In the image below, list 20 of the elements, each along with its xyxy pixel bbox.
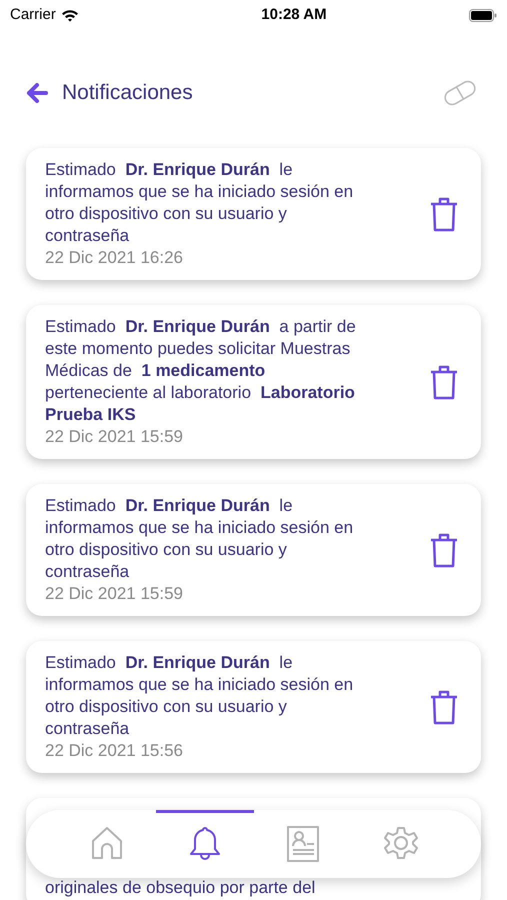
profile-card-icon: [284, 825, 320, 863]
notification-message: Estimado Dr. Enrique Durán le informamos que se ha iniciado sesión en otro dispositivo con su usuario y contraseña: [45, 495, 354, 583]
notification-message: Estimado Dr. Enrique Durán le informamos que se ha iniciado sesión en otro dispositivo con su usuario y contraseña: [45, 159, 354, 247]
trash-icon[interactable]: [429, 689, 459, 725]
clock-time: 10:28 AM: [261, 4, 327, 25]
battery-icon: [469, 8, 497, 22]
notification-date: 22 Dic 2021 15:59: [45, 583, 184, 605]
notification-message: Estimado Dr. Enrique Durán le informamos que se ha iniciado sesión en otro dispositivo con su usuario y contraseña: [45, 652, 354, 740]
page-title: Notificaciones: [62, 80, 193, 106]
trash-icon[interactable]: [429, 364, 459, 400]
notification-message: originales de obsequio por parte del: [45, 877, 316, 899]
notification-date: 22 Dic 2021 15:56: [45, 740, 184, 762]
notification-message: Estimado Dr. Enrique Durán a partir de este momento puedes solicitar Muestras Médicas de 1 medicamento perteneciente al laboratorio Laboratorio Prueba IKS: [45, 316, 357, 426]
notification-date: 22 Dic 2021 16:26: [45, 247, 184, 269]
back-arrow-icon[interactable]: [26, 83, 48, 103]
trash-icon[interactable]: [429, 196, 459, 232]
carrier-label: Carrier: [10, 4, 56, 25]
trash-icon[interactable]: [429, 532, 459, 568]
notification-date: 22 Dic 2021 15:59: [45, 426, 184, 448]
wifi-icon: [60, 8, 79, 22]
